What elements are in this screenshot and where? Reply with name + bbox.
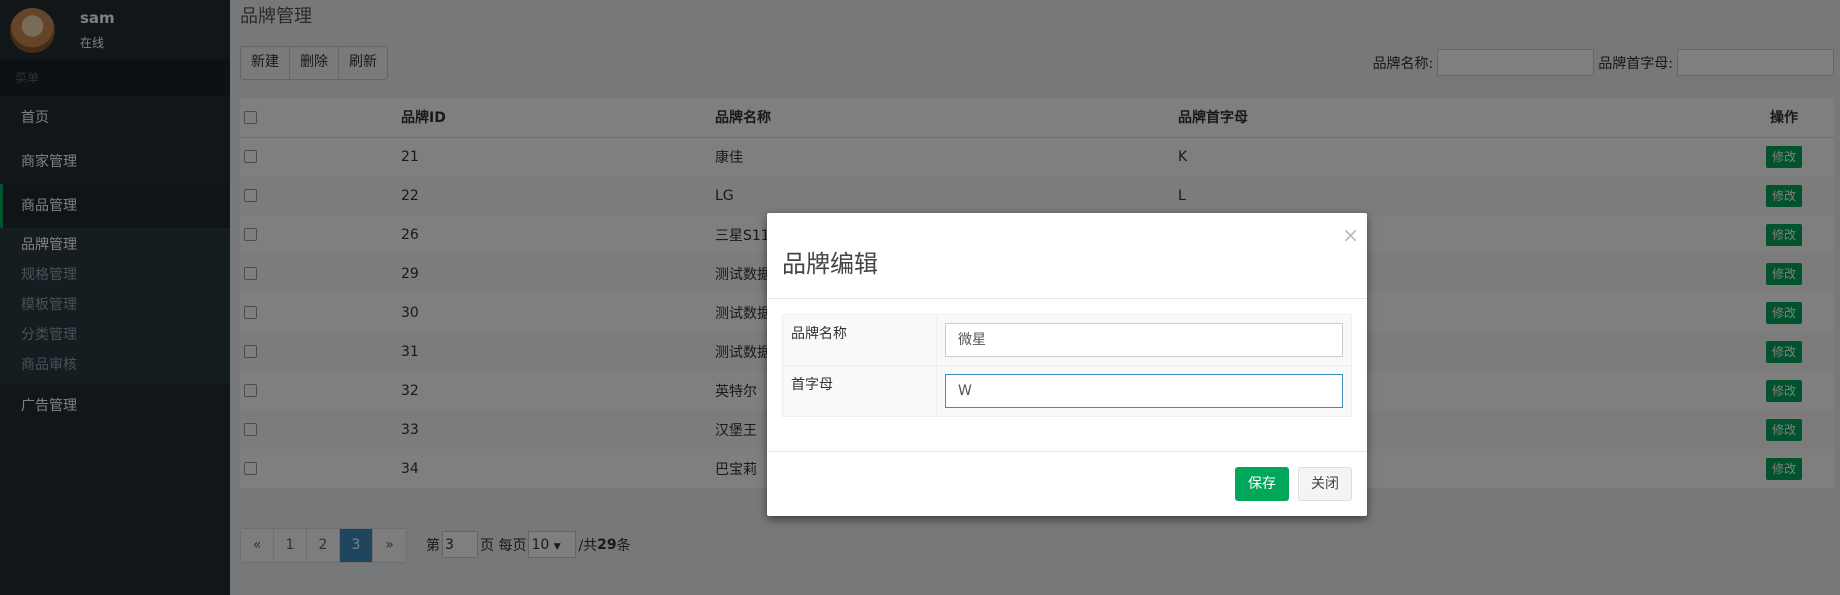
brand-form: 品牌名称 微星 首字母 W bbox=[782, 314, 1352, 417]
save-button[interactable]: 保存 bbox=[1235, 467, 1289, 501]
first-letter-field[interactable]: W bbox=[945, 374, 1343, 408]
brand-name-label: 品牌名称 bbox=[782, 314, 937, 366]
close-button[interactable]: 关闭 bbox=[1298, 467, 1352, 501]
brand-name-field[interactable]: 微星 bbox=[945, 323, 1343, 357]
brand-edit-modal: 品牌编辑 × 品牌名称 微星 首字母 W 保存 关闭 bbox=[767, 213, 1367, 516]
close-icon[interactable]: × bbox=[1342, 223, 1359, 247]
first-letter-label: 首字母 bbox=[782, 365, 937, 417]
modal-footer: 保存 关闭 bbox=[767, 451, 1367, 516]
modal-body: 品牌名称 微星 首字母 W bbox=[767, 299, 1367, 432]
modal-header: 品牌编辑 × bbox=[767, 213, 1367, 299]
modal-title: 品牌编辑 bbox=[782, 250, 878, 278]
